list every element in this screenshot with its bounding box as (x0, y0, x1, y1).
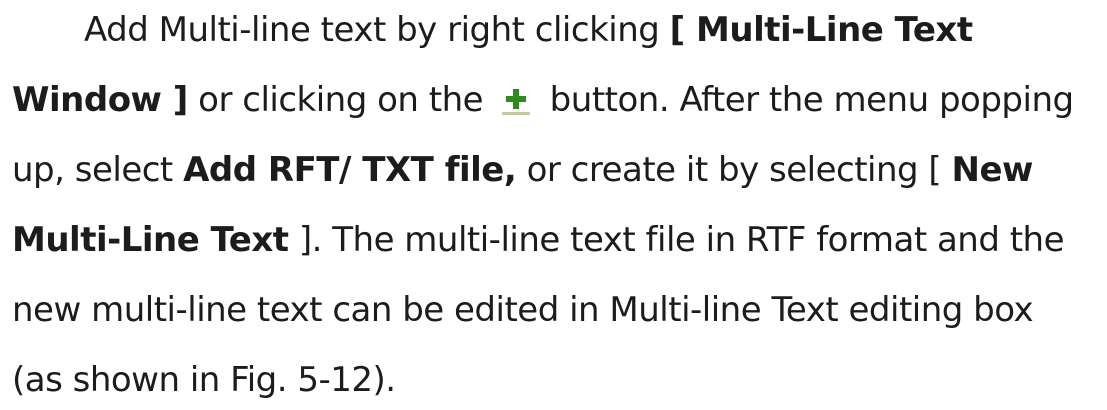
paragraph-line-2: Window ] or clicking on the button. Afte… (12, 70, 1074, 130)
bold-menu-reference: Window ] (12, 80, 188, 120)
paragraph-line-4: Multi-Line Text ]. The multi-line text f… (12, 210, 1065, 270)
paragraph-line-3: up, select Add RFT/ TXT file, or create … (12, 140, 1033, 200)
bold-menu-reference: [ Multi-Line Text (669, 10, 973, 50)
text-span: new multi-line text can be edited in Mul… (12, 290, 1034, 330)
paragraph-line-5: new multi-line text can be edited in Mul… (12, 280, 1034, 340)
paragraph-line-6: (as shown in Fig. 5-12). (12, 350, 396, 410)
instruction-paragraph: Add Multi-line text by right clicking [ … (0, 0, 1107, 401)
text-span: (as shown in Fig. 5-12). (12, 360, 396, 400)
text-span: button. After the menu popping (539, 80, 1074, 120)
text-span: or create it by selecting [ (516, 150, 952, 190)
paragraph-line-1: Add Multi-line text by right clicking [ … (84, 0, 973, 60)
bold-menu-reference: Add RFT/ TXT file, (183, 150, 517, 190)
text-span: or clicking on the (187, 80, 494, 120)
bold-menu-reference: New (951, 150, 1033, 190)
text-span: Add Multi-line text by right clicking (84, 10, 670, 50)
bold-menu-reference: Multi-Line Text (12, 220, 289, 260)
add-plus-icon (499, 76, 533, 115)
text-span: up, select (12, 150, 184, 190)
text-span: ]. The multi-line text file in RTF forma… (288, 220, 1065, 260)
